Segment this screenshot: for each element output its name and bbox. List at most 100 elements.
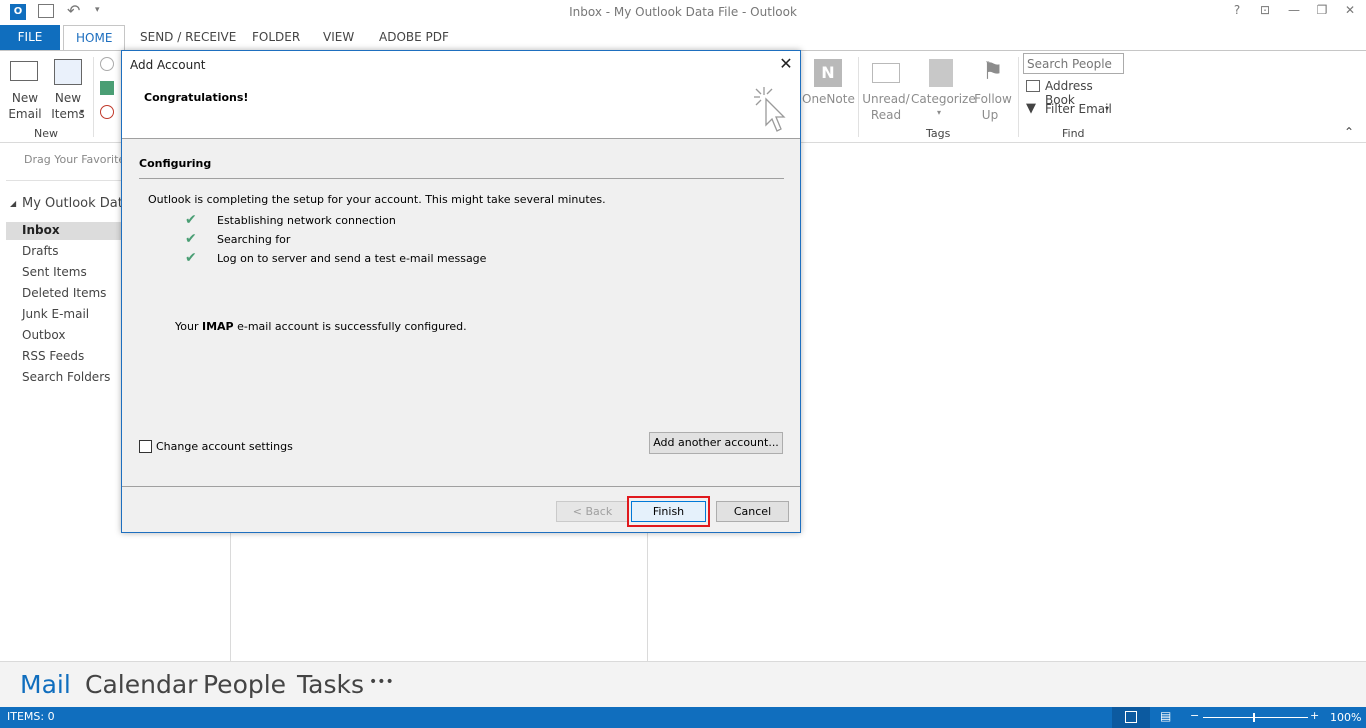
restore-icon[interactable]: ❐ (1311, 3, 1333, 21)
folder-inbox[interactable]: Inbox (22, 223, 60, 237)
chevron-down-icon: ▾ (80, 107, 85, 116)
ribbon-tabs: FILE HOME SEND / RECEIVE FOLDER VIEW ADO… (0, 25, 1366, 51)
folder-search-folders[interactable]: Search Folders (22, 370, 110, 384)
group-label-new: New (34, 127, 58, 140)
minimize-icon[interactable]: — (1283, 3, 1305, 21)
collapse-ribbon-icon[interactable]: ⌃ (1344, 125, 1354, 139)
filter-icon: ▼ (1026, 101, 1036, 116)
junk-icon[interactable] (100, 105, 114, 119)
nav-mail[interactable]: Mail (20, 670, 71, 699)
categorize-label: Categorize (911, 92, 976, 106)
dialog-heading: Congratulations! (144, 91, 249, 104)
close-window-icon[interactable]: ✕ (1339, 3, 1361, 21)
tab-adobe-pdf[interactable]: ADOBE PDF (367, 25, 461, 50)
unread-read-label-1: Unread/ (862, 92, 910, 106)
folder-junk-email[interactable]: Junk E-mail (22, 307, 89, 321)
nav-more[interactable]: ••• (369, 674, 394, 690)
cancel-button[interactable]: Cancel (716, 501, 789, 522)
categorize-button[interactable]: Categorize ▾ (911, 57, 976, 125)
nav-calendar[interactable]: Calendar (85, 670, 197, 699)
onenote-icon: N (814, 59, 842, 87)
new-items-label-1: New (54, 91, 82, 105)
new-items-icon (54, 59, 82, 85)
group-label-tags: Tags (926, 127, 951, 140)
chevron-down-icon: ▾ (1105, 104, 1110, 113)
ribbon-display-options-icon[interactable]: ⊡ (1254, 3, 1276, 21)
address-book-button[interactable]: Address Book (1026, 78, 1126, 107)
collapse-triangle-icon[interactable]: ◢ (10, 199, 16, 208)
folder-outbox[interactable]: Outbox (22, 328, 65, 342)
check-icon: ✔ (185, 231, 197, 247)
folder-sent-items[interactable]: Sent Items (22, 265, 87, 279)
folder-root[interactable]: My Outlook Data (22, 196, 131, 211)
follow-up-label-2: Up (981, 108, 999, 122)
unread-read-button[interactable]: Unread/ Read (862, 57, 910, 125)
bottom-navigation: Mail Calendar People Tasks ••• (0, 661, 1366, 707)
reading-view-icon[interactable]: ▤ (1160, 709, 1171, 723)
tab-view[interactable]: VIEW (311, 25, 366, 50)
address-book-icon (1026, 80, 1040, 92)
ignore-icon[interactable] (100, 57, 114, 71)
folder-rss-feeds[interactable]: RSS Feeds (22, 349, 84, 363)
add-account-dialog: Add Account ✕ Congratulations! Configuri… (121, 50, 801, 533)
dialog-title: Add Account (130, 58, 206, 72)
nav-people[interactable]: People (203, 670, 286, 699)
folder-drafts[interactable]: Drafts (22, 244, 59, 258)
dialog-header: Add Account ✕ Congratulations! (122, 51, 800, 139)
ribbon-separator (1018, 57, 1019, 137)
cleanup-icon[interactable] (100, 81, 114, 95)
zoom-in-icon[interactable]: + (1310, 709, 1319, 722)
change-settings-checkbox[interactable] (139, 440, 152, 453)
new-email-label-1: New (11, 91, 39, 105)
onenote-label: OneNote (802, 92, 855, 106)
change-settings-label[interactable]: Change account settings (156, 440, 293, 453)
normal-view-glyph (1125, 711, 1137, 723)
check-icon: ✔ (185, 212, 197, 228)
flag-icon: ⚑ (982, 57, 1004, 85)
filter-email-label: Filter Email (1045, 102, 1112, 116)
success-message: Your IMAP e-mail account is successfully… (175, 320, 467, 333)
ribbon-separator (93, 57, 94, 137)
back-button[interactable]: < Back (556, 501, 629, 522)
zoom-slider[interactable] (1203, 717, 1308, 718)
search-people-input[interactable] (1023, 53, 1124, 74)
footer-divider (122, 486, 800, 487)
group-label-find: Find (1062, 127, 1085, 140)
nav-tasks[interactable]: Tasks (297, 670, 364, 699)
setup-intro: Outlook is completing the setup for your… (148, 193, 606, 206)
normal-view-icon[interactable] (1112, 707, 1150, 728)
zoom-thumb[interactable] (1253, 713, 1255, 722)
section-divider (139, 178, 784, 179)
close-icon[interactable]: ✕ (776, 54, 796, 74)
onenote-button[interactable]: N OneNote (802, 57, 855, 125)
success-account-type: IMAP (201, 320, 234, 333)
cursor-sparkle-icon (754, 87, 786, 132)
new-email-icon (10, 61, 38, 81)
new-items-button[interactable]: New Items ▾ (48, 57, 88, 125)
follow-up-button[interactable]: ⚑ Follow Up (970, 57, 1016, 125)
zoom-level[interactable]: 100% (1330, 711, 1361, 724)
status-bar: ITEMS: 0 ▤ − + 100% (0, 707, 1366, 728)
new-email-button[interactable]: New Email (6, 57, 44, 125)
success-suffix: e-mail account is successfully configure… (233, 320, 467, 333)
favorites-hint: Drag Your Favorite (24, 153, 126, 166)
items-count: ITEMS: 0 (7, 710, 55, 723)
window-title: Inbox - My Outlook Data File - Outlook (569, 5, 797, 19)
tab-send-receive[interactable]: SEND / RECEIVE (128, 25, 248, 50)
envelope-icon (872, 63, 900, 83)
tab-file[interactable]: FILE (0, 25, 60, 50)
tab-home[interactable]: HOME (63, 25, 126, 51)
categorize-icon (929, 59, 953, 87)
chevron-down-icon: ▾ (937, 108, 942, 117)
check-icon: ✔ (185, 250, 197, 266)
zoom-out-icon[interactable]: − (1190, 709, 1199, 722)
folder-deleted-items[interactable]: Deleted Items (22, 286, 106, 300)
tab-folder[interactable]: FOLDER (240, 25, 312, 50)
add-another-account-button[interactable]: Add another account... (649, 432, 783, 454)
help-icon[interactable]: ? (1226, 3, 1248, 21)
unread-read-label-2: Read (870, 108, 902, 122)
filter-email-button[interactable]: ▼ Filter Email ▾ (1026, 101, 1126, 119)
finish-button[interactable]: Finish (631, 501, 706, 522)
step-searching: Searching for (217, 233, 291, 246)
step-logon: Log on to server and send a test e-mail … (217, 252, 487, 265)
